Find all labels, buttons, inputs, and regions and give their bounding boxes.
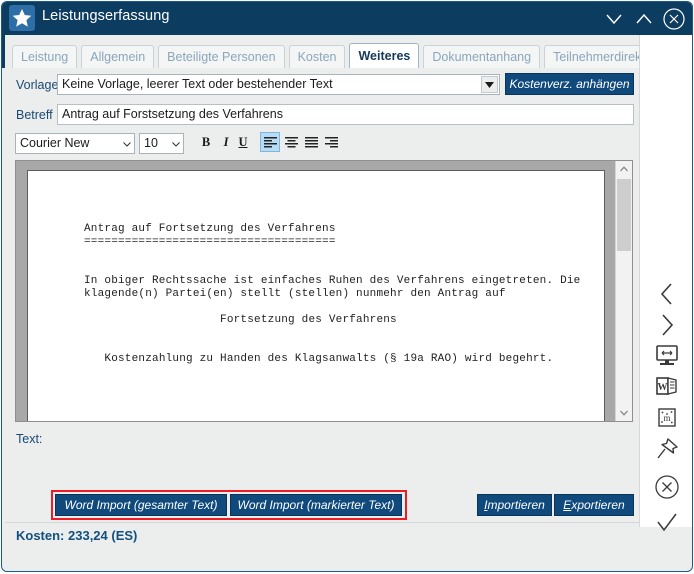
font-family-value: Courier New (20, 136, 90, 150)
align-left-button[interactable] (260, 132, 280, 152)
importieren-label-rest: mportieren (487, 498, 545, 512)
word-document-icon[interactable]: W (640, 372, 692, 402)
align-center-button[interactable] (281, 132, 301, 152)
window-controls (600, 4, 688, 33)
chevron-down-icon[interactable] (600, 5, 628, 33)
svg-text:m: m (663, 413, 670, 423)
word-import-all-button[interactable]: Word Import (gesamter Text) (55, 494, 227, 516)
betreff-label: Betreff (16, 108, 53, 122)
tab-dokumentanhang[interactable]: Dokumentanhang (423, 45, 541, 68)
word-import-selected-button[interactable]: Word Import (markierter Text) (230, 494, 402, 516)
chevron-down-icon[interactable] (171, 140, 180, 149)
scroll-up-icon[interactable] (616, 161, 632, 177)
pushpin-icon[interactable] (640, 434, 692, 464)
title-bar: Leistungserfassung (2, 2, 692, 35)
vorlage-select[interactable]: Keine Vorlage, leerer Text oder bestehen… (57, 74, 500, 95)
scrollbar-thumb[interactable] (617, 179, 631, 251)
leistungserfassung-window: Leistungserfassung Leistung Allgemein Be… (1, 1, 693, 572)
vorlage-label: Vorlage (16, 78, 59, 92)
font-family-select[interactable]: Courier New (15, 133, 135, 154)
text-editor-area: Antrag auf Fortsetzung des Verfahrens ==… (15, 160, 633, 422)
scroll-down-icon[interactable] (616, 405, 632, 421)
circle-close-icon[interactable] (660, 5, 688, 33)
document-text[interactable]: Antrag auf Fortsetzung des Verfahrens ==… (28, 171, 604, 366)
bold-button[interactable]: B (196, 132, 216, 152)
font-size-select[interactable]: 10 (139, 133, 184, 154)
align-justify-button[interactable] (301, 132, 321, 152)
circle-close-icon[interactable] (640, 472, 692, 502)
tab-strip: Leistung Allgemein Beteiligte Personen K… (2, 35, 692, 68)
font-size-value: 10 (144, 136, 158, 150)
tab-content-weiteres: Vorlage Keine Vorlage, leerer Text oder … (5, 68, 639, 571)
tab-weiteres[interactable]: Weiteres (349, 43, 420, 68)
importieren-button[interactable]: Importieren (477, 494, 552, 516)
checkmark-icon[interactable] (640, 508, 692, 538)
star-icon (9, 5, 35, 31)
exportieren-button[interactable]: Exportieren (554, 494, 634, 516)
window-title: Leistungserfassung (42, 8, 170, 24)
chevron-left-icon[interactable] (640, 279, 692, 309)
text-label: Text: (16, 432, 43, 446)
betreff-value: Antrag auf Forstsetzung des Verfahrens (62, 107, 283, 121)
vorlage-value: Keine Vorlage, leerer Text oder bestehen… (62, 77, 333, 91)
divider (5, 522, 639, 523)
tab-kosten[interactable]: Kosten (288, 45, 346, 68)
underline-button[interactable]: U (233, 132, 253, 152)
chevron-up-icon[interactable] (630, 5, 658, 33)
macro-m-icon[interactable]: m (640, 403, 692, 433)
chevron-right-icon[interactable] (640, 310, 692, 340)
document-page[interactable]: Antrag auf Fortsetzung des Verfahrens ==… (27, 170, 605, 421)
betreff-input[interactable]: Antrag auf Forstsetzung des Verfahrens (57, 104, 634, 125)
editor-scrollbar[interactable] (615, 161, 632, 421)
tab-beteiligte-personen[interactable]: Beteiligte Personen (158, 45, 285, 68)
svg-text:W: W (658, 382, 668, 393)
kostenverz-anhaengen-button[interactable]: Kostenverz. anhängen (505, 73, 634, 95)
align-right-button[interactable] (321, 132, 341, 152)
chevron-down-icon[interactable] (122, 140, 131, 149)
action-sidebar: W m (639, 35, 692, 532)
monitor-resize-icon[interactable] (640, 341, 692, 371)
tab-leistung[interactable]: Leistung (12, 45, 78, 68)
exportieren-label-rest: xportieren (571, 498, 625, 512)
app-root: Leistungserfassung Leistung Allgemein Be… (0, 0, 694, 574)
chevron-down-icon[interactable] (481, 76, 498, 93)
kosten-status: Kosten: 233,24 (ES) (16, 528, 138, 543)
tab-allgemein[interactable]: Allgemein (81, 45, 155, 68)
